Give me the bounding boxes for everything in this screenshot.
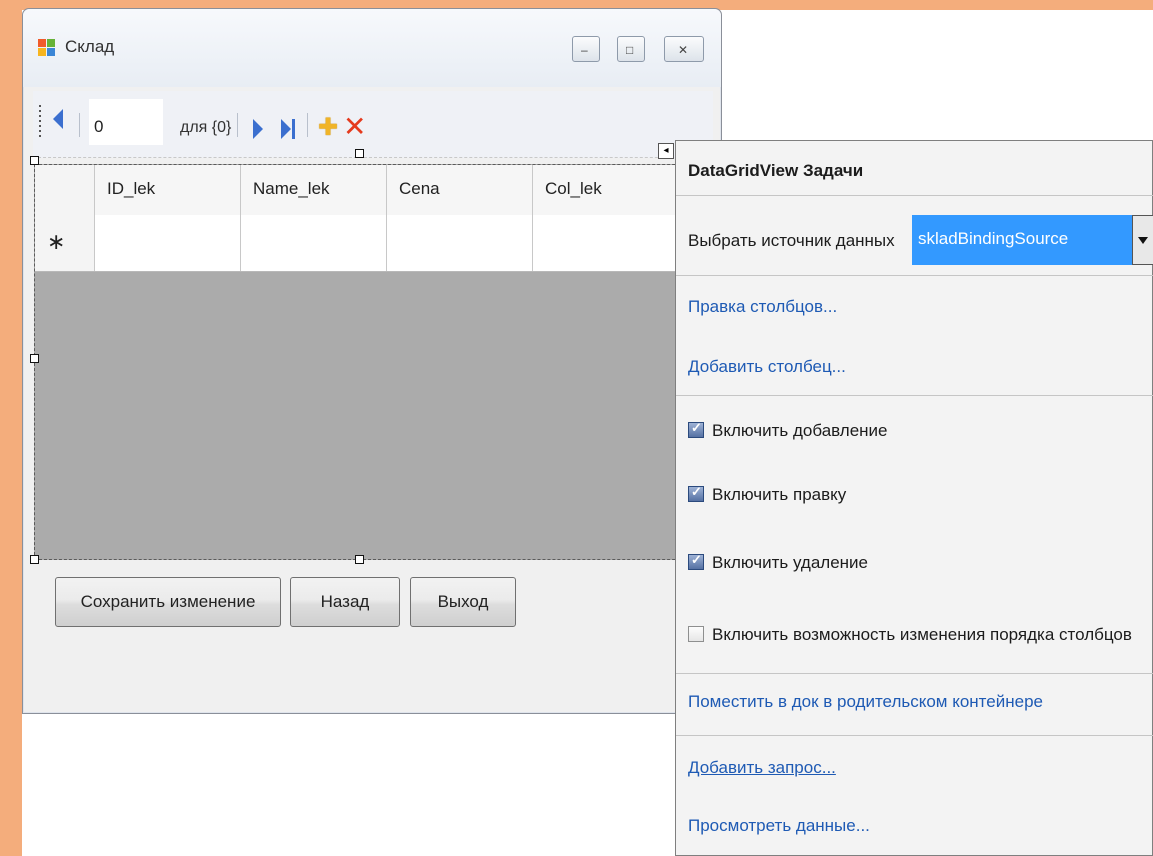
- window-title: Склад: [65, 37, 115, 56]
- column-header[interactable]: ID_lek: [95, 165, 241, 215]
- move-next-icon[interactable]: [253, 119, 263, 139]
- toolstrip-grip[interactable]: [39, 105, 41, 139]
- close-button[interactable]: ✕: [664, 36, 704, 62]
- smart-tag-glyph[interactable]: ◂: [658, 143, 674, 159]
- tasks-panel-title: DataGridView Задачи: [688, 161, 864, 180]
- divider: [676, 395, 1153, 396]
- close-icon: ✕: [678, 43, 689, 57]
- divider: [676, 195, 1153, 196]
- column-header[interactable]: Name_lek: [241, 165, 387, 215]
- resize-handle[interactable]: [30, 156, 39, 165]
- add-new-icon[interactable]: ✚: [318, 116, 338, 140]
- datasource-label: Выбрать источник данных: [688, 231, 895, 250]
- binding-navigator: для {0} ✚ ✕: [33, 91, 713, 158]
- grid-cell[interactable]: [387, 215, 533, 271]
- dock-in-parent-link[interactable]: Поместить в док в родительском контейнер…: [688, 692, 1043, 712]
- resize-handle[interactable]: [355, 149, 364, 158]
- minimize-button[interactable]: –: [572, 36, 600, 62]
- form-window-sklad: Склад – □ ✕ для {0} ✚ ✕ ID_lek Name_lek …: [22, 8, 722, 714]
- navigator-separator: [79, 113, 80, 137]
- checkbox-checked-icon[interactable]: [688, 420, 704, 438]
- navigator-separator: [237, 113, 238, 137]
- new-row-marker: ∗: [47, 229, 66, 254]
- grid-cell[interactable]: [241, 215, 387, 271]
- window-titlebar[interactable]: Склад – □ ✕: [23, 9, 721, 87]
- resize-handle[interactable]: [355, 555, 364, 564]
- grid-header-row: ID_lek Name_lek Cena Col_lek: [35, 165, 711, 216]
- divider: [676, 673, 1153, 674]
- move-previous-icon[interactable]: [53, 109, 63, 129]
- divider: [676, 735, 1153, 736]
- resize-handle[interactable]: [30, 354, 39, 363]
- checkbox-checked-icon[interactable]: [688, 484, 704, 502]
- minimize-icon: –: [581, 43, 588, 57]
- column-header[interactable]: Cena: [387, 165, 533, 215]
- add-query-link[interactable]: Добавить запрос...: [688, 758, 836, 778]
- new-row[interactable]: ∗: [35, 215, 711, 272]
- exit-button[interactable]: Выход: [410, 577, 516, 627]
- maximize-button[interactable]: □: [617, 36, 645, 62]
- divider: [676, 275, 1153, 276]
- data-grid-view[interactable]: ID_lek Name_lek Cena Col_lek ∗: [34, 164, 711, 560]
- grid-cell[interactable]: [95, 215, 241, 271]
- row-header[interactable]: ∗: [35, 215, 95, 271]
- back-button[interactable]: Назад: [290, 577, 400, 627]
- navigator-separator: [307, 113, 308, 137]
- row-header-corner: [35, 165, 95, 215]
- datagridview-tasks-panel: DataGridView Задачи Выбрать источник дан…: [675, 140, 1153, 856]
- checkbox-checked-icon[interactable]: [688, 552, 704, 570]
- slide-background-left: [0, 0, 22, 856]
- dropdown-arrow-icon[interactable]: [1132, 215, 1153, 265]
- save-changes-button[interactable]: Сохранить изменение: [55, 577, 281, 627]
- preview-data-link[interactable]: Просмотреть данные...: [688, 816, 870, 836]
- count-label: для {0}: [180, 119, 232, 136]
- datasource-select[interactable]: skladBindingSource: [912, 215, 1132, 265]
- maximize-icon: □: [626, 43, 634, 57]
- checkbox-unchecked-icon[interactable]: [688, 626, 704, 642]
- add-column-link[interactable]: Добавить столбец...: [688, 357, 846, 377]
- position-input[interactable]: [89, 99, 163, 145]
- delete-icon[interactable]: ✕: [343, 113, 366, 141]
- application-icon: [38, 39, 56, 57]
- edit-columns-link[interactable]: Правка столбцов...: [688, 297, 837, 317]
- resize-handle[interactable]: [30, 555, 39, 564]
